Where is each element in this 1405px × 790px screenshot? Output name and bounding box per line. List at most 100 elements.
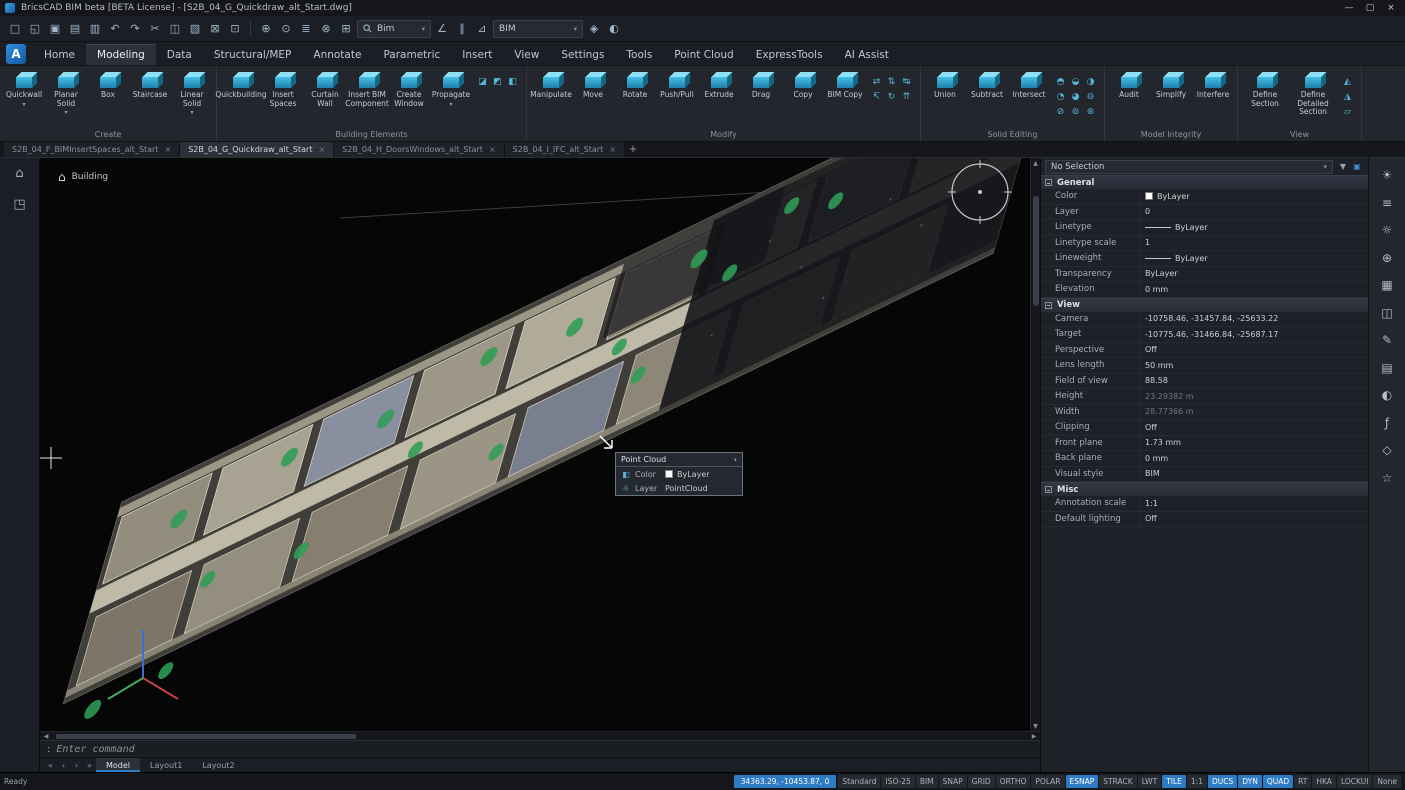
tool-mini-icon[interactable]: ◭ <box>1340 74 1355 89</box>
property-row[interactable]: Camera -10758.46, -31457.84, -25633.22 <box>1041 312 1368 328</box>
color-swatch-icon[interactable]: ◧ <box>621 470 631 479</box>
LOCKUI[interactable]: LOCKUI <box>1337 775 1372 788</box>
property-row[interactable]: Back plane 0 mm <box>1041 451 1368 467</box>
property-row[interactable]: Color ByLayer <box>1041 189 1368 205</box>
property-row[interactable]: Visual style BIM <box>1041 467 1368 483</box>
search-combo[interactable]: Bim ▾ <box>357 20 431 38</box>
property-row[interactable]: Width 28.77366 m <box>1041 405 1368 421</box>
collapse-icon[interactable] <box>1045 486 1052 493</box>
Drag[interactable]: Drag <box>740 68 782 100</box>
Curtain Wall[interactable]: Curtain Wall <box>304 68 346 108</box>
AI Assist[interactable]: AI Assist <box>834 44 900 65</box>
tool-mini-icon[interactable]: ⊛ <box>1083 104 1098 119</box>
property-row[interactable]: Linetype scale 1 <box>1041 236 1368 252</box>
Modeling[interactable]: Modeling <box>86 44 156 65</box>
vertical-scrollbar[interactable]: ▲ ▼ <box>1030 158 1040 731</box>
measure-icon[interactable]: ⊿ <box>473 20 491 38</box>
tool-mini-icon[interactable]: ◪ <box>475 74 490 89</box>
command-input[interactable] <box>56 744 1033 755</box>
layer-bulb-icon[interactable]: ☼ <box>621 484 631 493</box>
property-value[interactable]: Off <box>1145 345 1157 354</box>
Data[interactable]: Data <box>156 44 203 65</box>
document-tab[interactable]: S2B_04_G_Quickdraw_alt_Start × <box>180 142 334 157</box>
ORTHO[interactable]: ORTHO <box>996 775 1031 788</box>
property-value[interactable]: 0 mm <box>1145 285 1168 294</box>
workspace-dropdown[interactable]: BIM ▾ <box>493 20 583 38</box>
property-row[interactable]: Field of view 88.58 <box>1041 374 1368 390</box>
Define Detailed Section[interactable]: Define Detailed Section <box>1289 68 1337 117</box>
property-value[interactable]: ByLayer <box>1145 269 1178 278</box>
Simplify[interactable]: Simplify <box>1150 68 1192 100</box>
DUCS[interactable]: DUCS <box>1208 775 1237 788</box>
views-icon[interactable]: ◈ <box>585 20 603 38</box>
layers-icon[interactable]: ≣ <box>297 20 315 38</box>
Insert Spaces[interactable]: Insert Spaces <box>262 68 304 108</box>
command-line[interactable]: : <box>40 740 1040 757</box>
Intersect[interactable]: Intersect <box>1008 68 1050 100</box>
Subtract[interactable]: Subtract <box>966 68 1008 100</box>
erase-icon[interactable]: ⊠ <box>206 20 224 38</box>
print-icon[interactable]: ▥ <box>86 20 104 38</box>
property-row[interactable]: Transparency ByLayer <box>1041 267 1368 283</box>
document-tab[interactable]: S2B_04_H_DoorsWindows_alt_Start × <box>334 142 504 157</box>
Insert[interactable]: Insert <box>451 44 503 65</box>
STRACK[interactable]: STRACK <box>1099 775 1136 788</box>
property-value[interactable]: Off <box>1145 514 1157 523</box>
Tools[interactable]: Tools <box>615 44 663 65</box>
horizontal-scrollbar[interactable]: ◀ ▶ <box>40 731 1040 740</box>
document-tab[interactable]: S2B_04_F_BIMInsertSpaces_alt_Start × <box>4 142 180 157</box>
Rotate[interactable]: Rotate <box>614 68 656 100</box>
property-value[interactable]: 0 mm <box>1145 454 1168 463</box>
tool-mini-icon[interactable]: ↻ <box>884 89 899 104</box>
model-viewport[interactable]: ⌂ Building Point Cloud › ◧ Color ByLayer <box>40 158 1040 731</box>
Planar Solid[interactable]: Planar Solid <box>45 68 87 116</box>
components-icon[interactable]: ◫ <box>1381 306 1392 320</box>
Union[interactable]: Union <box>924 68 966 100</box>
property-value[interactable]: 1:1 <box>1145 499 1158 508</box>
view-settings-icon[interactable]: ⊕ <box>257 20 275 38</box>
last-layout-button[interactable]: » <box>83 761 96 770</box>
section-header-general[interactable]: General <box>1041 175 1368 189</box>
property-row[interactable]: Layer 0 <box>1041 205 1368 221</box>
None[interactable]: None <box>1373 775 1401 788</box>
tool-mini-icon[interactable]: ⊚ <box>1068 104 1083 119</box>
tool-mini-icon[interactable]: ◑ <box>1083 74 1098 89</box>
minimize-button[interactable]: — <box>1340 3 1358 13</box>
close-icon[interactable]: × <box>318 145 325 154</box>
property-value[interactable]: 88.58 <box>1145 376 1168 385</box>
property-value[interactable]: Off <box>1145 423 1157 432</box>
Audit[interactable]: Audit <box>1108 68 1150 100</box>
section-header-view[interactable]: View <box>1041 298 1368 312</box>
Model[interactable]: Model <box>96 758 140 772</box>
annotate-icon[interactable]: ∠ <box>433 20 451 38</box>
tool-mini-icon[interactable]: ⇅ <box>884 74 899 89</box>
copy-icon[interactable]: ◫ <box>166 20 184 38</box>
DYN[interactable]: DYN <box>1238 775 1262 788</box>
Interfere[interactable]: Interfere <box>1192 68 1234 100</box>
Push/Pull[interactable]: Push/Pull <box>656 68 698 100</box>
home-icon[interactable]: ⌂ <box>15 166 23 181</box>
Staircase[interactable]: Staircase <box>129 68 171 116</box>
3d-model-view[interactable] <box>40 158 1030 731</box>
property-value[interactable]: ByLayer <box>1175 254 1208 263</box>
save-as-icon[interactable]: ▤ <box>66 20 84 38</box>
paste-icon[interactable]: ▧ <box>186 20 204 38</box>
SNAP[interactable]: SNAP <box>939 775 967 788</box>
Settings[interactable]: Settings <box>550 44 615 65</box>
tips-icon[interactable]: ☼ <box>1382 223 1393 237</box>
collapse-icon[interactable] <box>1045 179 1052 186</box>
Home[interactable]: Home <box>33 44 86 65</box>
property-value[interactable]: ByLayer <box>1157 192 1190 201</box>
scroll-up-icon[interactable]: ▲ <box>1033 158 1038 168</box>
match-properties-icon[interactable]: ⊡ <box>226 20 244 38</box>
property-row[interactable]: Perspective Off <box>1041 343 1368 359</box>
tool-mini-icon[interactable]: ⊖ <box>1083 89 1098 104</box>
tool-mini-icon[interactable]: ◓ <box>1053 74 1068 89</box>
property-row[interactable]: Annotation scale 1:1 <box>1041 496 1368 512</box>
Insert BIM Component[interactable]: Insert BIM Component <box>346 68 388 108</box>
scrollbar-thumb[interactable] <box>56 734 356 739</box>
POLAR[interactable]: POLAR <box>1031 775 1064 788</box>
tool-mini-icon[interactable]: ↸ <box>869 89 884 104</box>
collapse-icon[interactable] <box>1045 302 1052 309</box>
open-file-icon[interactable]: ◱ <box>26 20 44 38</box>
